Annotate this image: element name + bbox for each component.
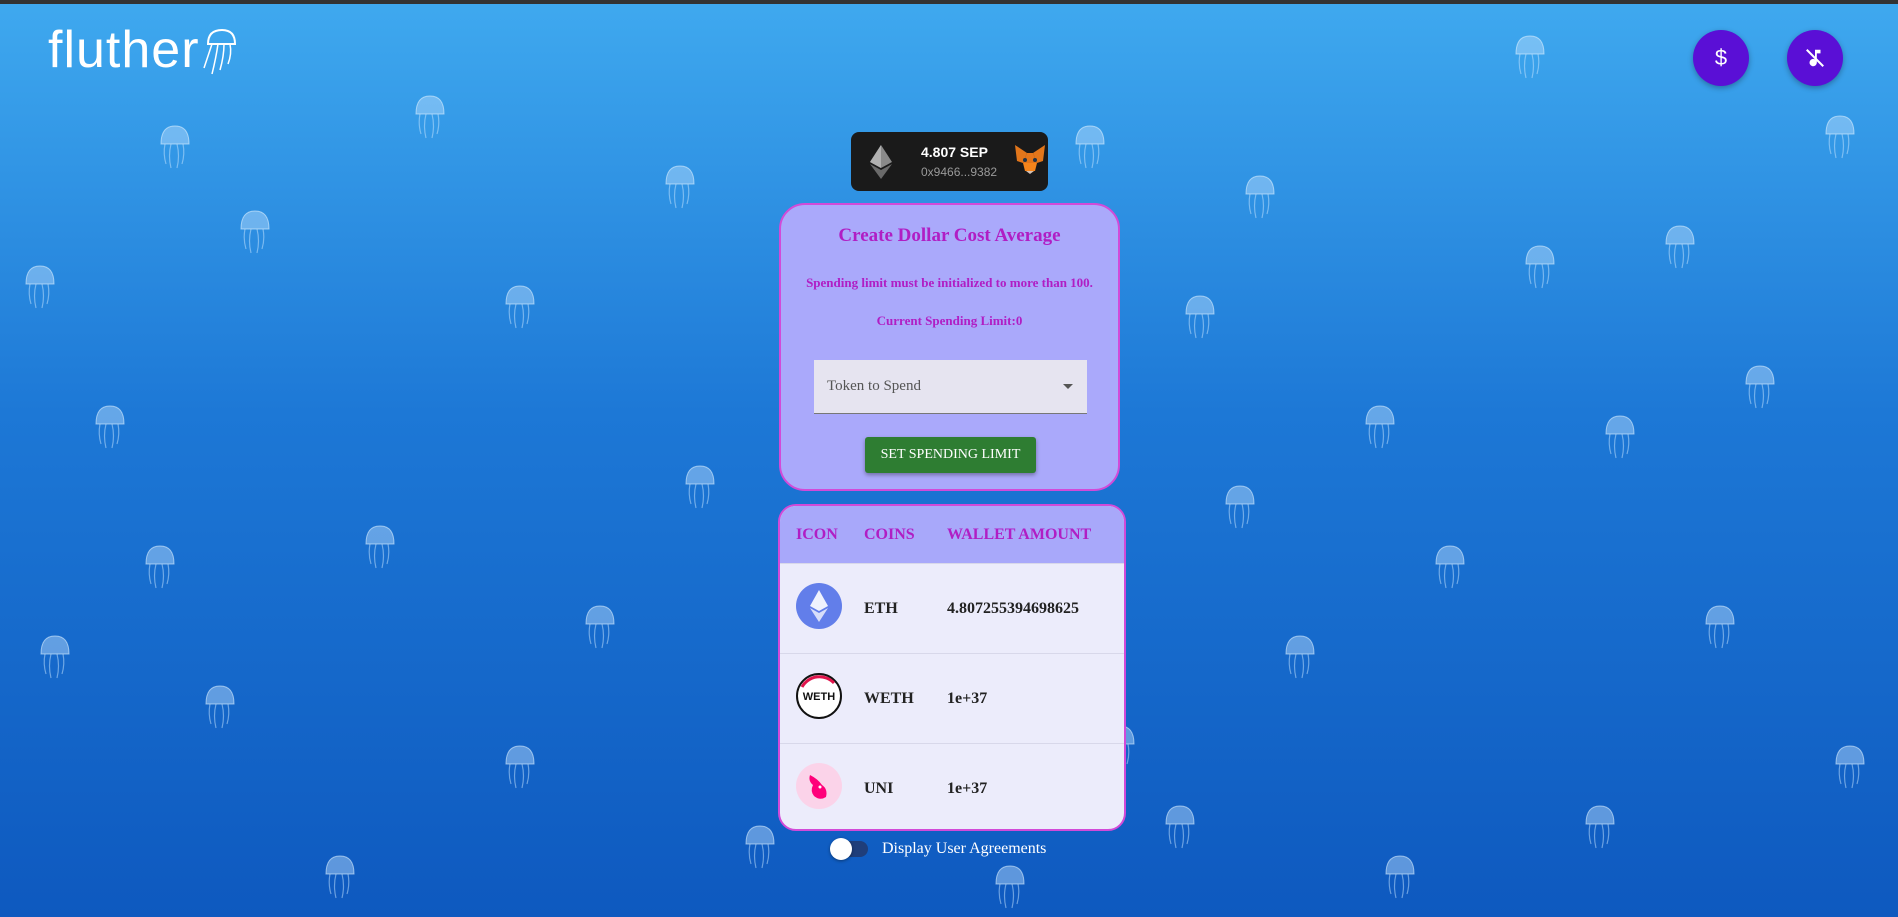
coins-table: ICON COINS WALLET AMOUNT ETH 4.807255394…	[778, 504, 1126, 831]
logo-text: fluther	[48, 21, 200, 79]
toggle-switch[interactable]	[830, 838, 868, 860]
uni-icon	[796, 763, 842, 809]
table-header: ICON COINS WALLET AMOUNT	[780, 506, 1124, 563]
eth-icon	[796, 583, 842, 629]
metamask-fox-icon	[1013, 143, 1047, 180]
wallet-address: 0x9466...9382	[921, 165, 998, 179]
wallet-amount: 4.807255394698625	[947, 599, 1079, 617]
coin-name: UNI	[864, 779, 894, 797]
table-row: UNI 1e+37	[780, 743, 1124, 829]
dca-title: Create Dollar Cost Average	[838, 225, 1061, 246]
dollar-button[interactable]: $	[1693, 30, 1749, 86]
toggle-knob[interactable]	[830, 838, 852, 860]
table-row: WETH WETH 1e+37	[780, 653, 1124, 743]
dollar-icon: $	[1714, 45, 1728, 70]
coin-name: WETH	[864, 689, 914, 707]
user-agreements-toggle[interactable]: Display User Agreements	[830, 838, 1047, 860]
music-off-icon	[1806, 49, 1824, 67]
toggle-label: Display User Agreements	[882, 840, 1047, 857]
current-spending-limit: Current Spending Limit:0	[876, 313, 1023, 328]
spending-limit-warning: Spending limit must be initialized to mo…	[806, 275, 1093, 290]
wallet-amount: 1e+37	[947, 689, 988, 707]
svg-text:WETH: WETH	[803, 691, 835, 703]
window-top-bar	[0, 0, 1898, 4]
wallet-balance: 4.807 SEP	[921, 144, 988, 160]
token-select-placeholder: Token to Spend	[827, 378, 921, 394]
weth-icon: WETH	[796, 673, 842, 719]
fluther-logo[interactable]: fluther	[48, 22, 238, 78]
header-wallet-amount: WALLET AMOUNT	[947, 525, 1092, 543]
token-to-spend-select[interactable]: Token to Spend	[814, 360, 1087, 414]
header-icon: ICON	[796, 525, 838, 543]
coin-name: ETH	[864, 599, 898, 617]
wallet-amount: 1e+37	[947, 779, 988, 797]
jellyfish-logo-icon	[202, 28, 236, 75]
eth-network-icon	[863, 144, 899, 179]
create-dca-card: Create Dollar Cost Average Spending limi…	[779, 203, 1120, 491]
table-row: ETH 4.807255394698625	[780, 563, 1124, 653]
set-spending-limit-button[interactable]: SET SPENDING LIMIT	[865, 437, 1036, 473]
dropdown-caret-icon	[1063, 384, 1073, 389]
music-off-button[interactable]	[1787, 30, 1843, 86]
wallet-widget[interactable]: 4.807 SEP 0x9466...9382	[851, 132, 1048, 191]
header-coins: COINS	[864, 525, 915, 543]
